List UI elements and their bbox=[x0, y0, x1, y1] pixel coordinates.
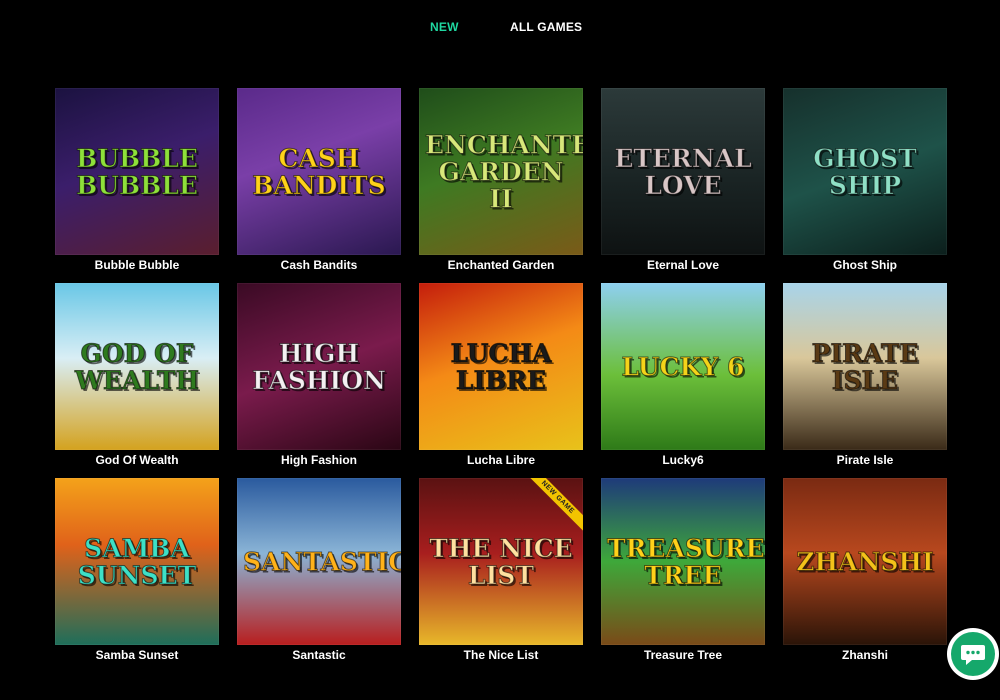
game-title[interactable]: God Of Wealth bbox=[45, 453, 229, 467]
game-card[interactable]: The Nice List NEW GAME The Nice List bbox=[419, 478, 583, 662]
game-logo-text: Samba Sunset bbox=[77, 533, 197, 590]
new-game-badge: NEW GAME bbox=[519, 478, 583, 536]
game-card[interactable]: Zhanshi Zhanshi bbox=[783, 478, 947, 662]
game-card[interactable]: Bubble Bubble Bubble Bubble bbox=[55, 88, 219, 272]
game-card[interactable]: High Fashion High Fashion bbox=[237, 283, 401, 467]
game-title[interactable]: Cash Bandits bbox=[227, 258, 411, 272]
game-card[interactable]: Cash Bandits Cash Bandits bbox=[237, 88, 401, 272]
chat-icon bbox=[951, 632, 995, 676]
game-thumbnail[interactable]: Zhanshi bbox=[783, 478, 947, 645]
game-thumbnail[interactable]: Enchanted Garden II bbox=[419, 88, 583, 255]
game-thumbnail[interactable]: The Nice List NEW GAME bbox=[419, 478, 583, 645]
game-thumbnail[interactable]: Lucky 6 bbox=[601, 283, 765, 450]
game-title[interactable]: Samba Sunset bbox=[45, 648, 229, 662]
game-logo-text: The Nice List bbox=[429, 533, 573, 590]
game-logo-text: God of Wealth bbox=[74, 338, 200, 395]
game-card[interactable]: Ghost Ship Ghost Ship bbox=[783, 88, 947, 272]
game-thumbnail[interactable]: Santastic! bbox=[237, 478, 401, 645]
game-title[interactable]: Pirate Isle bbox=[773, 453, 957, 467]
game-logo-text: Lucha Libre bbox=[450, 338, 552, 395]
game-card[interactable]: Treasure Tree Treasure Tree bbox=[601, 478, 765, 662]
game-logo-text: Santastic! bbox=[243, 547, 402, 576]
game-thumbnail[interactable]: God of Wealth bbox=[55, 283, 219, 450]
game-logo-text: High Fashion bbox=[252, 338, 387, 395]
game-logo-text: Pirate Isle bbox=[811, 338, 919, 395]
game-grid: Bubble Bubble Bubble Bubble Cash Bandits Ca… bbox=[55, 88, 947, 662]
game-title[interactable]: Santastic bbox=[227, 648, 411, 662]
game-title[interactable]: The Nice List bbox=[409, 648, 593, 662]
game-card[interactable]: Santastic!Santastic bbox=[237, 478, 401, 662]
game-logo-text: Lucky 6 bbox=[621, 352, 745, 381]
game-title[interactable]: Enchanted Garden bbox=[409, 258, 593, 272]
game-logo-text: Ghost Ship bbox=[813, 143, 917, 200]
game-card[interactable]: Lucky 6 Lucky6 bbox=[601, 283, 765, 467]
game-thumbnail[interactable]: Samba Sunset bbox=[55, 478, 219, 645]
game-title[interactable]: Lucha Libre bbox=[409, 453, 593, 467]
tab-all-games[interactable]: ALL GAMES bbox=[510, 20, 582, 34]
game-thumbnail[interactable]: High Fashion bbox=[237, 283, 401, 450]
game-card[interactable]: Lucha Libre Lucha Libre bbox=[419, 283, 583, 467]
game-tabs: NEW ALL GAMES bbox=[0, 20, 1000, 40]
game-card[interactable]: Eternal Love Eternal Love bbox=[601, 88, 765, 272]
game-thumbnail[interactable]: Bubble Bubble bbox=[55, 88, 219, 255]
game-thumbnail[interactable]: Treasure Tree bbox=[601, 478, 765, 645]
game-logo-text: Treasure Tree bbox=[607, 533, 766, 590]
game-logo-text: Bubble Bubble bbox=[76, 143, 199, 200]
tab-new[interactable]: NEW bbox=[430, 20, 459, 34]
game-logo-text: Cash Bandits bbox=[252, 143, 386, 200]
game-title[interactable]: Eternal Love bbox=[591, 258, 775, 272]
game-thumbnail[interactable]: Cash Bandits bbox=[237, 88, 401, 255]
game-card[interactable]: Enchanted Garden IIEnchanted Garden bbox=[419, 88, 583, 272]
game-card[interactable]: Pirate Isle Pirate Isle bbox=[783, 283, 947, 467]
game-thumbnail[interactable]: Pirate Isle bbox=[783, 283, 947, 450]
game-title[interactable]: Treasure Tree bbox=[591, 648, 775, 662]
game-logo-text: Eternal Love bbox=[614, 143, 752, 200]
game-thumbnail[interactable]: Ghost Ship bbox=[783, 88, 947, 255]
game-title[interactable]: Bubble Bubble bbox=[45, 258, 229, 272]
game-logo-text: Zhanshi bbox=[796, 547, 935, 576]
game-title[interactable]: Lucky6 bbox=[591, 453, 775, 467]
game-card[interactable]: God of Wealth God Of Wealth bbox=[55, 283, 219, 467]
game-title[interactable]: Zhanshi bbox=[773, 648, 957, 662]
game-thumbnail[interactable]: Eternal Love bbox=[601, 88, 765, 255]
game-logo-text: Enchanted Garden II bbox=[425, 130, 584, 213]
game-title[interactable]: Ghost Ship bbox=[773, 258, 957, 272]
game-thumbnail[interactable]: Lucha Libre bbox=[419, 283, 583, 450]
game-title[interactable]: High Fashion bbox=[227, 453, 411, 467]
game-card[interactable]: Samba Sunset Samba Sunset bbox=[55, 478, 219, 662]
chat-button[interactable] bbox=[947, 628, 999, 680]
